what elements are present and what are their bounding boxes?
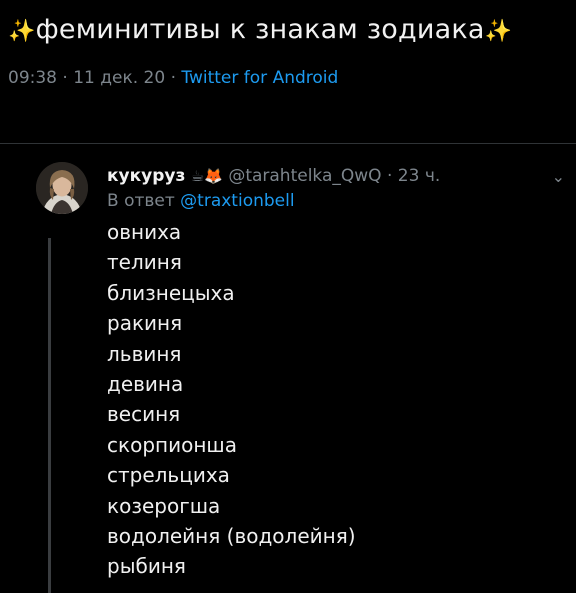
meta-separator: · [386,166,393,186]
reply-tweet: кукуруз ☕🦊 @tarahtelka_QwQ · 23 ч. ⌄ В о… [107,166,567,582]
display-name[interactable]: кукуруз [107,166,185,186]
reply-line: водолейня (водолейня) [107,524,356,549]
main-tweet: ✨феминитивы к знакам зодиака✨ 09:38 · 11… [8,10,568,88]
reply-line: овниха [107,220,182,244]
avatar[interactable] [36,162,88,214]
tweet-title-text: феминитивы к знакам зодиака [35,14,485,45]
thread-line [48,238,51,593]
reply-line: весиня [107,402,181,427]
reply-to-mention-link[interactable]: @traxtionbell [180,191,294,211]
reply-line: рыбиня [107,554,186,579]
sparkles-icon: ✨ [484,19,513,44]
divider [0,143,576,144]
reply-to-line: В ответ @traxtionbell [107,191,567,211]
meta-separator: · [170,68,176,88]
reply-line: стрельциха [107,463,230,488]
tweet-date: 11 дек. 20 [73,68,166,88]
reply-line: близнецыха [107,280,235,305]
tweet-time: 09:38 [8,68,57,88]
tweet-text: ✨феминитивы к знакам зодиака✨ [8,10,568,52]
sparkles-icon: ✨ [8,19,36,44]
meta-separator: · [62,68,68,88]
chevron-down-icon[interactable]: ⌄ [552,167,565,186]
reply-line: ракиня [107,311,183,336]
reply-line: козерогша [107,493,221,518]
coffee-fox-emoji-icon: ☕🦊 [190,167,223,185]
user-handle[interactable]: @tarahtelka_QwQ [228,166,381,186]
tweet-source-link[interactable]: Twitter for Android [181,68,338,88]
reply-line: девина [107,372,184,397]
reply-age: 23 ч. [397,166,441,186]
reply-line: телиня [107,250,182,275]
reply-header: кукуруз ☕🦊 @tarahtelka_QwQ · 23 ч. ⌄ [107,166,567,186]
reply-line: львиня [107,341,182,366]
reply-text: овниха телиня близнецыха ракиня львиня д… [107,217,567,582]
reply-line: скорпионша [107,432,237,457]
reply-to-label: В ответ [107,191,175,211]
tweet-meta: 09:38 · 11 дек. 20 · Twitter for Android [8,68,568,88]
avatar-image [36,162,88,214]
